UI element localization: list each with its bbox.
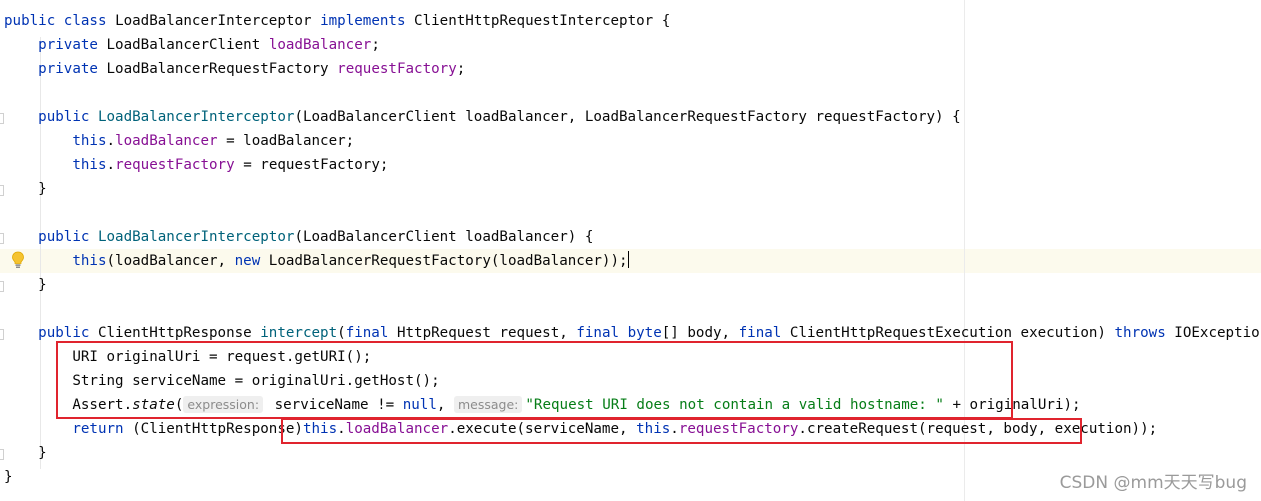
code-line-7: this.requestFactory = requestFactory; <box>72 157 389 173</box>
keyword: public <box>38 325 90 341</box>
field-name: requestFactory <box>337 61 457 77</box>
code-text: (ClientHttpResponse) <box>123 421 303 437</box>
keyword: this <box>72 157 107 173</box>
code-line-19: } <box>4 441 47 465</box>
code-line-11: this(loadBalancer, new LoadBalancerReque… <box>4 249 630 273</box>
highlight-box-assert-block <box>56 341 1013 419</box>
code-text: (loadBalancer, <box>106 253 235 269</box>
keyword: public <box>4 13 56 29</box>
class-name: LoadBalancerInterceptor <box>115 13 312 29</box>
constructor-name: LoadBalancerInterceptor <box>97 229 295 245</box>
type-name: LoadBalancerRequestFactory <box>106 61 329 77</box>
field-name: loadBalancer <box>268 37 372 53</box>
watermark-text: CSDN @mm天天写bug <box>1059 473 1247 493</box>
keyword: new <box>234 253 261 269</box>
keyword: final <box>345 325 389 341</box>
keyword: return <box>72 421 124 437</box>
text-caret <box>627 251 630 268</box>
method-name: intercept <box>260 325 338 341</box>
code-text: [] body, <box>661 325 739 341</box>
code-text: } <box>38 181 47 197</box>
keyword: public <box>38 229 90 245</box>
parameters: (LoadBalancerClient loadBalancer) { <box>294 229 594 245</box>
parameters: (LoadBalancerClient loadBalancer, LoadBa… <box>294 109 961 125</box>
constructor-name: LoadBalancerInterceptor <box>97 109 295 125</box>
punctuation: ; <box>371 37 380 53</box>
keyword: final <box>738 325 782 341</box>
punctuation: ; <box>456 61 466 77</box>
code-text: HttpRequest request, <box>388 325 577 341</box>
code-text: IOException { <box>1174 325 1261 341</box>
type-name: ClientHttpResponse <box>97 325 252 341</box>
code-line-5: public LoadBalancerInterceptor(LoadBalan… <box>4 105 961 129</box>
keyword: private <box>38 61 98 77</box>
keyword: public <box>38 109 90 125</box>
code-line-20: } <box>4 465 13 489</box>
code-text: = loadBalancer; <box>217 133 355 149</box>
keyword: throws <box>1114 325 1166 341</box>
code-editor[interactable]: public class LoadBalancerInterceptor imp… <box>0 0 1261 501</box>
field-name: requestFactory <box>115 157 235 173</box>
code-text: ClientHttpRequestExecution execution) <box>781 325 1115 341</box>
code-line-8: } <box>4 177 47 201</box>
code-line-1: public class LoadBalancerInterceptor imp… <box>4 9 670 33</box>
keyword: byte <box>627 325 662 341</box>
code-text: } <box>38 445 47 461</box>
code-line-10: public LoadBalancerInterceptor(LoadBalan… <box>4 225 593 249</box>
code-text: } <box>38 277 47 293</box>
code-text: LoadBalancerRequestFactory(loadBalancer)… <box>260 253 628 269</box>
code-line-2: private LoadBalancerClient loadBalancer; <box>4 33 380 57</box>
type-name: LoadBalancerClient <box>106 37 261 53</box>
code-line-12: } <box>4 273 47 297</box>
highlight-box-execute-call <box>281 418 1082 444</box>
keyword: final <box>576 325 620 341</box>
interface-name: ClientHttpRequestInterceptor { <box>414 13 671 29</box>
keyword: this <box>72 253 107 269</box>
keyword: class <box>63 13 107 29</box>
code-line-3: private LoadBalancerRequestFactory reque… <box>4 57 465 81</box>
code-text: ( <box>337 325 346 341</box>
keyword: implements <box>320 13 406 29</box>
keyword: this <box>72 133 107 149</box>
keyword: private <box>38 37 98 53</box>
field-name: loadBalancer <box>115 133 218 149</box>
code-text: = requestFactory; <box>234 157 389 173</box>
code-text: } <box>4 469 13 485</box>
code-line-6: this.loadBalancer = loadBalancer; <box>72 133 355 149</box>
